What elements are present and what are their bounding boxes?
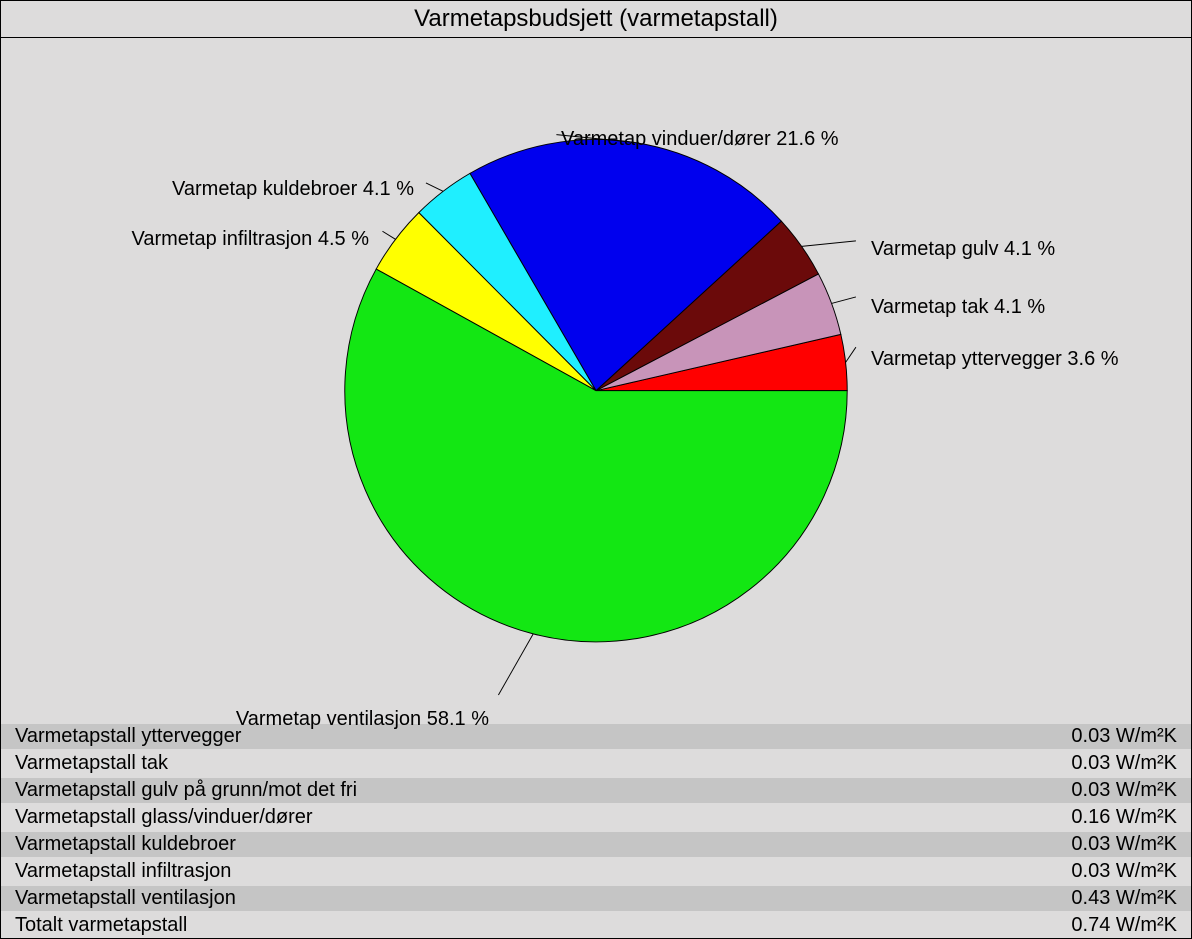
slice-label: Varmetap tak 4.1 % [871,296,1045,319]
slice-label: Varmetap gulv 4.1 % [871,238,1055,261]
table-value: 0.03 W/m²K [1071,833,1177,856]
leader-line [802,241,856,246]
leader-line [382,231,395,239]
leader-line [832,297,856,303]
leader-line [498,634,533,695]
table-label: Varmetapstall kuldebroer [15,833,236,856]
table-row: Varmetapstall infiltrasjon 0.03 W/m²K [1,859,1191,884]
leader-line [846,347,856,362]
slice-label: Varmetap infiltrasjon 4.5 % [131,228,369,251]
table-value: 0.03 W/m²K [1071,860,1177,883]
table-label: Varmetapstall infiltrasjon [15,860,231,883]
table-value: 0.03 W/m²K [1071,779,1177,802]
heat-loss-panel: Varmetapsbudsjett (varmetapstall) Varmet… [0,0,1192,939]
slice-label: Varmetap ventilasjon 58.1 % [236,708,489,731]
panel-title: Varmetapsbudsjett (varmetapstall) [1,1,1191,38]
heat-loss-table: Varmetapstall yttervegger 0.03 W/m²K Var… [1,724,1191,938]
leader-line [426,183,443,191]
slice-label: Varmetap vinduer/dører 21.6 % [561,128,839,151]
slice-label: Varmetap kuldebroer 4.1 % [172,178,414,201]
table-row: Varmetapstall gulv på grunn/mot det fri … [1,778,1191,803]
table-label: Totalt varmetapstall [15,914,187,937]
table-label: Varmetapstall gulv på grunn/mot det fri [15,779,357,802]
table-row: Varmetapstall kuldebroer 0.03 W/m²K [1,832,1191,857]
table-value: 0.74 W/m²K [1071,914,1177,937]
table-label: Varmetapstall tak [15,752,168,775]
table-row: Varmetapstall tak 0.03 W/m²K [1,751,1191,776]
table-row: Totalt varmetapstall 0.74 W/m²K [1,913,1191,938]
table-value: 0.03 W/m²K [1071,752,1177,775]
table-label: Varmetapstall yttervegger [15,725,241,748]
table-label: Varmetapstall ventilasjon [15,887,236,910]
slice-label: Varmetap yttervegger 3.6 % [871,348,1119,371]
table-row: Varmetapstall yttervegger 0.03 W/m²K [1,724,1191,749]
pie-chart-area: Varmetap yttervegger 3.6 % Varmetap tak 4… [1,38,1191,724]
table-label: Varmetapstall glass/vinduer/dører [15,806,313,829]
table-row: Varmetapstall glass/vinduer/dører 0.16 W… [1,805,1191,830]
table-value: 0.16 W/m²K [1071,806,1177,829]
table-value: 0.43 W/m²K [1071,887,1177,910]
table-row: Varmetapstall ventilasjon 0.43 W/m²K [1,886,1191,911]
table-value: 0.03 W/m²K [1071,725,1177,748]
